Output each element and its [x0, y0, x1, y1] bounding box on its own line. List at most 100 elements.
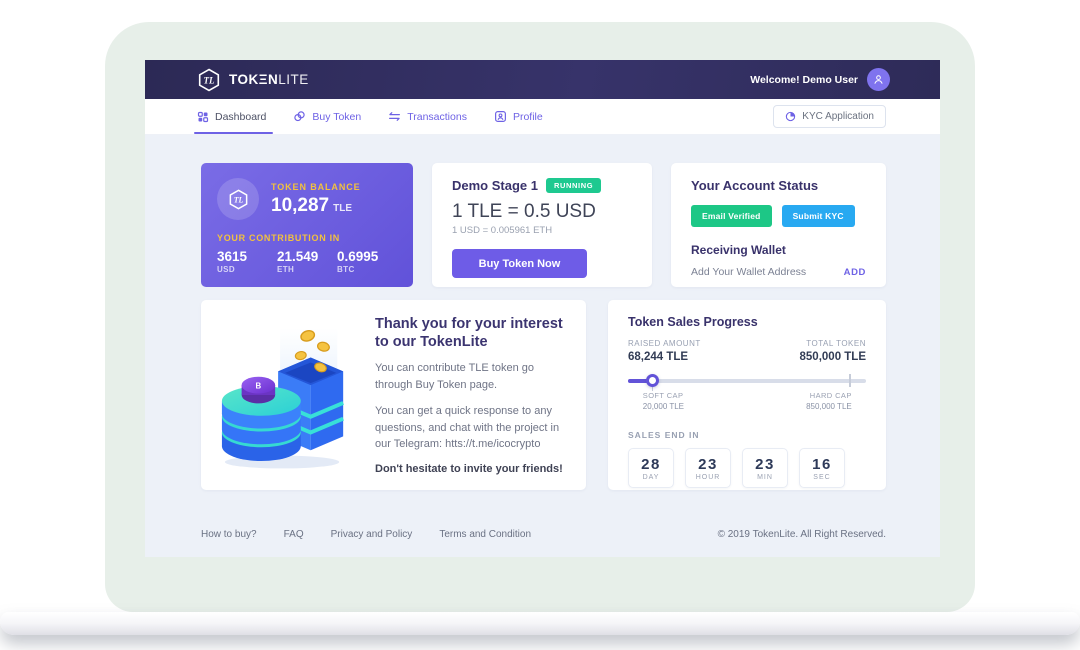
tab-profile[interactable]: Profile	[494, 99, 543, 134]
main-content: TL TOKEN BALANCE 10,287 TLE	[145, 135, 940, 557]
brand-light: LITE	[278, 72, 309, 87]
contribution-eth-label: ETH	[277, 265, 337, 274]
user-menu[interactable]: Welcome! Demo User	[750, 68, 890, 91]
cards-row-top: TL TOKEN BALANCE 10,287 TLE	[201, 163, 886, 287]
screenshot-stage: TL TOKΞNLITE Welcome! Demo User	[0, 0, 1080, 650]
token-sales-progress-card: Token Sales Progress RAISED AMOUNT 68,24…	[608, 300, 886, 490]
progress-title: Token Sales Progress	[628, 315, 866, 329]
tab-transactions[interactable]: Transactions	[388, 99, 467, 134]
kyc-application-button[interactable]: KYC Application	[773, 105, 886, 128]
countdown-sec-value: 16	[812, 456, 832, 473]
svg-text:TL: TL	[204, 75, 215, 85]
tab-dashboard-label: Dashboard	[215, 111, 266, 123]
balance-amount: 10,287	[271, 195, 329, 217]
stage-title: Demo Stage 1	[452, 178, 538, 193]
thanks-paragraph-1: You can contribute TLE token go through …	[375, 360, 564, 393]
soft-cap-block: SOFT CAP 20,000 TLE	[643, 391, 684, 411]
token-sub-rate: 1 USD = 0.005961 ETH	[452, 225, 632, 236]
raised-amount-block: RAISED AMOUNT 68,244 TLE	[628, 339, 701, 363]
thanks-title: Thank you for your interest to our Token…	[375, 315, 564, 351]
wallet-address-hint: Add Your Wallet Address	[691, 266, 806, 278]
contribution-usd-label: USD	[217, 265, 277, 274]
welcome-text: Welcome! Demo User	[750, 74, 858, 86]
brand-logo[interactable]: TL TOKΞNLITE	[197, 68, 309, 92]
coins-illustration: B	[217, 320, 355, 470]
footer: How to buy? FAQ Privacy and Policy Terms…	[201, 529, 886, 540]
contribution-btc-value: 0.6995	[337, 249, 397, 264]
total-token-value: 850,000 TLE	[800, 351, 866, 363]
laptop-base	[0, 612, 1080, 635]
soft-cap-label: SOFT CAP	[643, 391, 684, 400]
brand-bold: TOKΞN	[229, 72, 278, 87]
add-wallet-link[interactable]: ADD	[844, 267, 866, 278]
countdown-sec-tile: 16 SEC	[799, 448, 845, 488]
dashboard-icon	[197, 111, 209, 123]
tab-dashboard[interactable]: Dashboard	[197, 99, 266, 134]
balance-logo-circle: TL	[217, 178, 259, 220]
footer-link-privacy[interactable]: Privacy and Policy	[331, 529, 413, 540]
svg-text:TL: TL	[233, 195, 243, 204]
countdown-min-unit: MIN	[757, 474, 773, 481]
progress-handle[interactable]	[646, 374, 659, 387]
submit-kyc-button[interactable]: Submit KYC	[782, 205, 855, 227]
buy-token-icon	[293, 110, 306, 123]
receiving-wallet-title: Receiving Wallet	[691, 243, 866, 257]
hard-cap-block: HARD CAP 850,000 TLE	[806, 391, 852, 411]
countdown-min-tile: 23 MIN	[742, 448, 788, 488]
contribution-title: YOUR CONTRIBUTION IN	[217, 233, 397, 243]
footer-link-terms[interactable]: Terms and Condition	[439, 529, 531, 540]
tab-transactions-label: Transactions	[407, 111, 467, 123]
nav-bar: Dashboard Buy Token	[145, 99, 940, 135]
token-balance-card: TL TOKEN BALANCE 10,287 TLE	[201, 163, 413, 287]
kyc-icon	[785, 111, 796, 122]
countdown-hour-tile: 23 HOUR	[685, 448, 731, 488]
brand-name: TOKΞNLITE	[229, 72, 309, 87]
top-header-bar: TL TOKΞNLITE Welcome! Demo User	[145, 60, 940, 99]
tokenlite-coin-icon: TL	[228, 189, 249, 210]
tab-buy-token-label: Buy Token	[312, 111, 361, 123]
countdown-day-tile: 28 DAY	[628, 448, 674, 488]
hard-cap-label: HARD CAP	[806, 391, 852, 400]
tokenlite-logo-icon: TL	[197, 68, 221, 92]
email-verified-badge: Email Verified	[691, 205, 772, 227]
nav-tabs: Dashboard Buy Token	[197, 99, 543, 134]
raised-amount-label: RAISED AMOUNT	[628, 339, 701, 348]
account-status-card: Your Account Status Email Verified Submi…	[671, 163, 886, 287]
countdown-hour-unit: HOUR	[696, 474, 721, 481]
kyc-button-label: KYC Application	[802, 111, 874, 122]
token-rate: 1 TLE = 0.5 USD	[452, 201, 632, 223]
countdown-sec-unit: SEC	[813, 474, 830, 481]
thanks-paragraph-3: Don't hesitate to invite your friends!	[375, 463, 564, 475]
contribution-usd-value: 3615	[217, 249, 277, 264]
footer-link-how-to-buy[interactable]: How to buy?	[201, 529, 257, 540]
transactions-icon	[388, 110, 401, 123]
progress-track	[628, 379, 866, 383]
raised-amount-value: 68,244 TLE	[628, 351, 701, 363]
running-status-badge: RUNNING	[546, 178, 601, 193]
contribution-btc: 0.6995 BTC	[337, 249, 397, 274]
countdown-hour-value: 23	[698, 456, 718, 473]
copyright-text: © 2019 TokenLite. All Right Reserved.	[718, 529, 886, 540]
countdown-day-unit: DAY	[643, 474, 660, 481]
sales-progress-slider	[628, 374, 866, 388]
balance-title: TOKEN BALANCE	[271, 182, 361, 192]
contribution-eth-value: 21.549	[277, 249, 337, 264]
footer-links: How to buy? FAQ Privacy and Policy Terms…	[201, 529, 531, 540]
buy-token-now-button[interactable]: Buy Token Now	[452, 249, 587, 278]
contribution-btc-label: BTC	[337, 265, 397, 274]
thanks-paragraph-2: You can get a quick response to any ques…	[375, 403, 564, 453]
countdown-day-value: 28	[641, 456, 661, 473]
tab-buy-token[interactable]: Buy Token	[293, 99, 361, 134]
welcome-message-card: B Thank you for your interest to our Tok…	[201, 300, 586, 490]
contribution-row: 3615 USD 21.549 ETH 0.6995 BTC	[217, 249, 397, 274]
hard-cap-tick	[849, 374, 851, 387]
token-stage-card: Demo Stage 1 RUNNING 1 TLE = 0.5 USD 1 U…	[432, 163, 652, 287]
user-avatar[interactable]	[867, 68, 890, 91]
sales-end-label: SALES END IN	[628, 430, 866, 440]
caps-row: SOFT CAP 20,000 TLE HARD CAP 850,000 TLE	[628, 391, 866, 421]
profile-icon	[494, 110, 507, 123]
total-token-block: TOTAL TOKEN 850,000 TLE	[800, 339, 866, 363]
contribution-usd: 3615 USD	[217, 249, 277, 274]
contribution-eth: 21.549 ETH	[277, 249, 337, 274]
footer-link-faq[interactable]: FAQ	[284, 529, 304, 540]
